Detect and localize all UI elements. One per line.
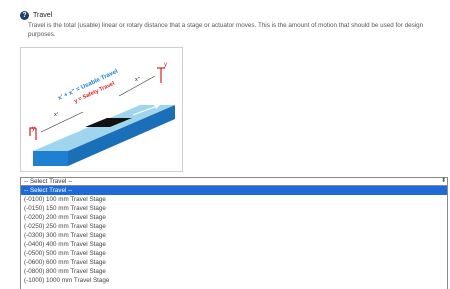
label-x2: x" <box>135 77 140 83</box>
label-y-right: y <box>164 62 167 68</box>
help-section: ? Travel Travel is the total (usable) li… <box>20 10 445 39</box>
travel-select-value: -- Select Travel -- <box>24 178 73 185</box>
help-title: Travel <box>33 11 53 19</box>
travel-option[interactable]: (-0100) 100 mm Travel Stage <box>21 195 447 204</box>
travel-option[interactable]: (-0500) 500 mm Travel Stage <box>21 249 447 258</box>
travel-select[interactable]: -- Select Travel -- ⬍ <box>20 177 448 186</box>
travel-option[interactable]: (-0600) 600 mm Travel Stage <box>21 258 447 267</box>
left-arrow-head <box>49 137 55 142</box>
travel-option[interactable]: (-0200) 200 mm Travel Stage <box>21 213 447 222</box>
travel-diagram: y y x' x" x' + x" = Usable Travel y = Sa… <box>20 47 183 172</box>
select-arrows-icon: ⬍ <box>440 178 446 184</box>
travel-option[interactable]: (-0300) 300 mm Travel Stage <box>21 231 447 240</box>
travel-option[interactable]: (-1000) 1000 mm Travel Stage <box>21 276 447 285</box>
travel-option[interactable]: -- Select Travel -- <box>21 186 447 195</box>
travel-options-list[interactable]: -- Select Travel -- (-0100) 100 mm Travel… <box>20 186 448 289</box>
help-description: Travel is the total (usable) linear or r… <box>28 22 424 38</box>
help-header: ? Travel <box>20 10 445 20</box>
travel-option[interactable]: (-0150) 150 mm Travel Stage <box>21 204 447 213</box>
travel-option[interactable]: (-0800) 800 mm Travel Stage <box>21 267 447 276</box>
travel-option[interactable]: (-0400) 400 mm Travel Stage <box>21 240 447 249</box>
question-circle-icon: ? <box>20 10 29 20</box>
x1-dimension-line <box>40 111 84 133</box>
label-x1: x' <box>54 112 58 118</box>
stage-front-face <box>33 151 68 166</box>
travel-diagram-illustration: y y x' x" x' + x" = Usable Travel y = Sa… <box>29 62 175 166</box>
label-y-left: y <box>32 126 35 132</box>
travel-option[interactable]: (-0250) 250 mm Travel Stage <box>21 222 447 231</box>
